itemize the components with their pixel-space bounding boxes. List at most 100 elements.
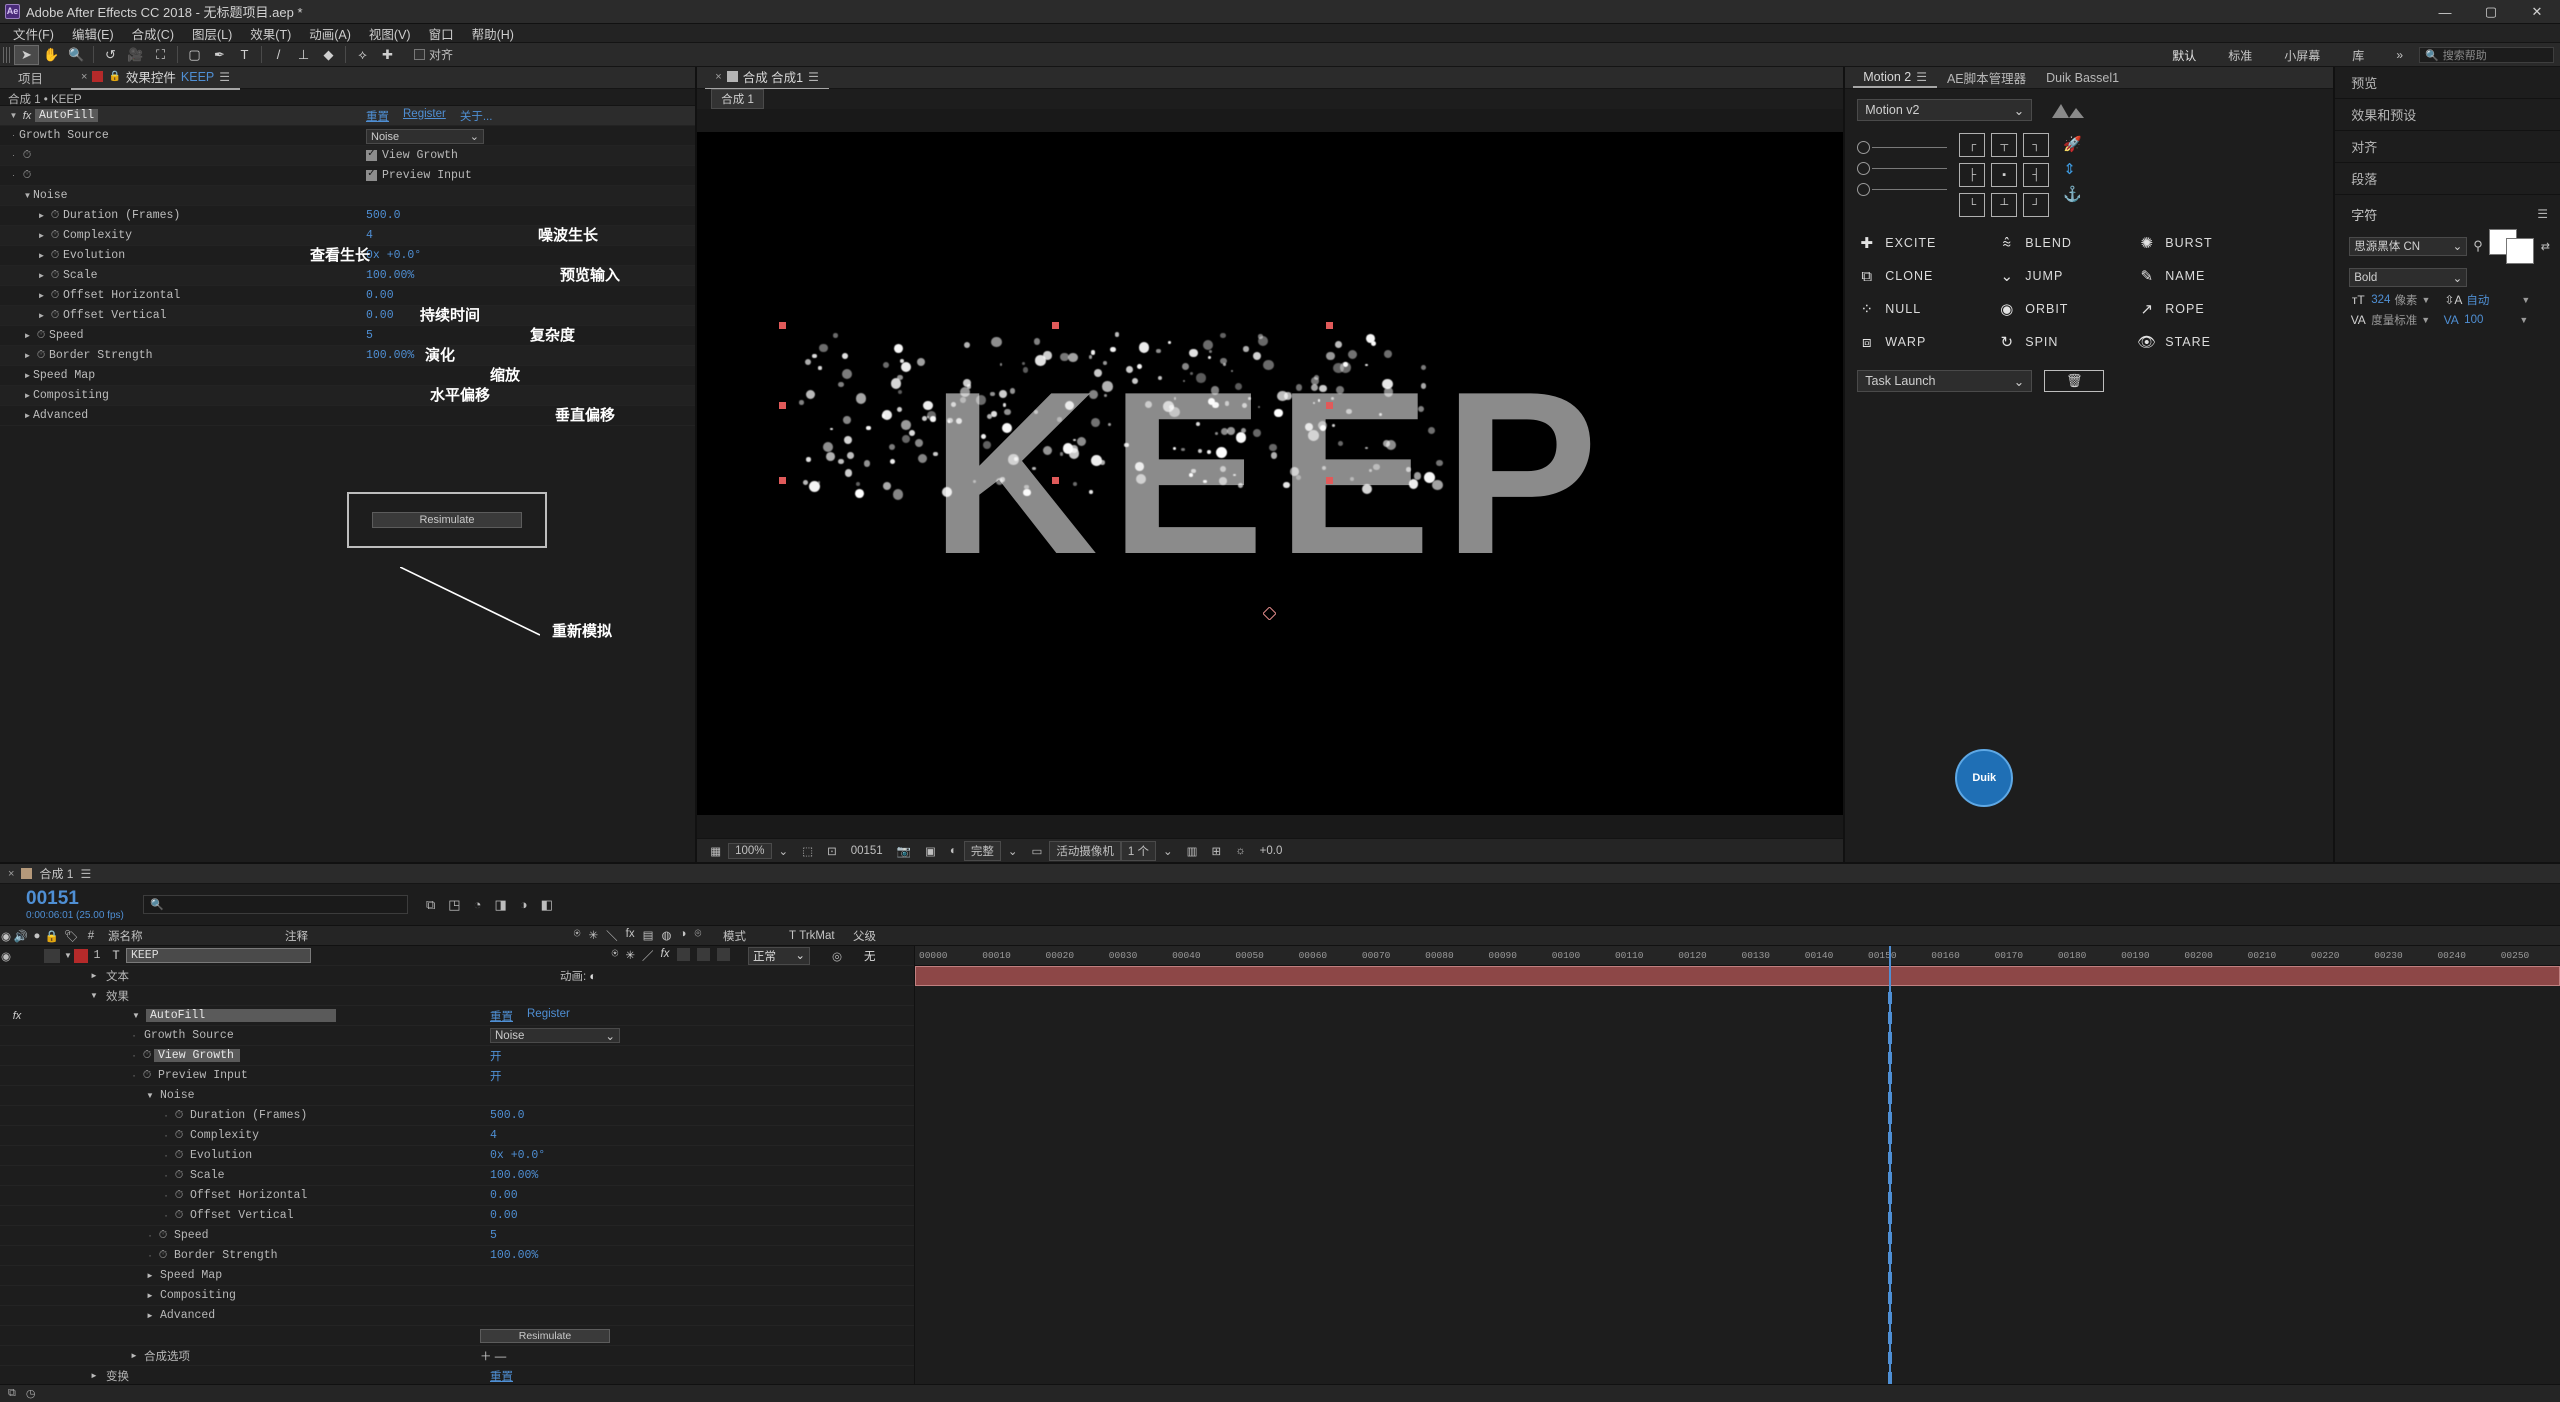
font-style-select[interactable]: Bold ⌄	[2349, 268, 2467, 287]
camera-select[interactable]: 活动摄像机	[1049, 841, 1121, 861]
reset-link[interactable]: 重置	[366, 108, 389, 124]
effect-property-value[interactable]: 0.00	[366, 309, 394, 322]
disclosure-closed-icon[interactable]: ►	[36, 211, 47, 220]
stopwatch-icon[interactable]: ⏱	[33, 329, 49, 342]
disclosure-closed-icon[interactable]: ►	[22, 351, 33, 360]
stopwatch-icon[interactable]: ⏱	[33, 349, 49, 362]
swap-colors-icon[interactable]: ⇄	[2541, 240, 2550, 253]
frame-blend-cell[interactable]	[677, 948, 690, 961]
section-preview[interactable]: 预览	[2335, 67, 2560, 99]
rotation-tool[interactable]: ↺	[98, 45, 123, 65]
timeline-prop-2[interactable]: ·⏱Preview Input开	[0, 1066, 914, 1086]
reset-link[interactable]: 重置	[490, 1008, 513, 1024]
comp-name-chip[interactable]: 合成 1	[711, 89, 764, 109]
lock-icon[interactable]: 🔒	[108, 71, 120, 82]
stopwatch-icon[interactable]: ⏱	[172, 1149, 186, 1162]
audio-icon[interactable]: 🔊	[12, 929, 30, 943]
animate-menu[interactable]: 动画: ◐	[560, 968, 596, 984]
effect-row-11[interactable]: ►⏱Border Strength100.00%	[0, 346, 695, 366]
selection-tool[interactable]: ➤	[14, 45, 39, 65]
slider-row-1[interactable]	[1857, 141, 1947, 154]
slider-row-2[interactable]	[1857, 162, 1947, 175]
workspace-small[interactable]: 小屏幕	[2268, 47, 2336, 64]
timeline-property-value[interactable]: 0.00	[490, 1189, 518, 1202]
solo-icon[interactable]: ●	[30, 930, 44, 942]
stopwatch-icon[interactable]: ⏱	[47, 289, 63, 302]
motion-tool-burst[interactable]: ✺BURST	[2137, 233, 2277, 253]
shy-icon[interactable]: ⍟	[612, 948, 619, 964]
workspace-library[interactable]: 库	[2336, 47, 2380, 64]
timeline-prop-13[interactable]: ►Compositing	[0, 1286, 914, 1306]
snapping-checkbox[interactable]	[414, 49, 425, 60]
timeline-layer-row[interactable]: ◉▼1TKEEP⍟✳／fx正常⌄◎无	[0, 946, 914, 966]
disclosure-closed-icon[interactable]: ►	[36, 311, 47, 320]
show-snapshot-icon[interactable]: ▣	[918, 844, 943, 858]
effect-property-value[interactable]: 500.0	[366, 209, 401, 222]
chevron-down-icon[interactable]: ▼	[2521, 295, 2530, 305]
channel-icon[interactable]: ◐	[943, 845, 964, 857]
puppet-pin-tool[interactable]: ✚	[375, 45, 400, 65]
selection-handle[interactable]	[1326, 402, 1333, 409]
font-family-select[interactable]: 思源黑体 CN ⌄	[2349, 237, 2467, 256]
motion-blur-cell[interactable]	[697, 948, 710, 961]
layer-parent[interactable]: 无	[864, 948, 876, 964]
timeline-prop-10[interactable]: ·⏱Speed5	[0, 1226, 914, 1246]
motion-tool-rope[interactable]: ↗ROPE	[2137, 299, 2277, 319]
collapse-icon[interactable]: ✳	[625, 948, 635, 964]
effect-row-1[interactable]: ·⏱✓View Growth	[0, 146, 695, 166]
timeline-property-label[interactable]: Advanced	[156, 1309, 215, 1322]
effect-checkbox-view-growth[interactable]: ✓View Growth	[366, 149, 458, 162]
tab-duik-bassel[interactable]: Duik Bassel1	[2036, 69, 2129, 87]
effect-property-value[interactable]: 100.00%	[366, 269, 414, 282]
shy-icon[interactable]: ⍟	[574, 928, 581, 944]
menu-item-3[interactable]: 图层(L)	[183, 23, 241, 44]
layer-label-color[interactable]	[74, 949, 88, 963]
disclosure-open-icon[interactable]: ▼	[88, 991, 100, 1000]
column-parent[interactable]: 父级	[847, 928, 876, 944]
disclosure-closed-icon[interactable]: ►	[22, 371, 33, 380]
stopwatch-icon[interactable]: ⏱	[47, 269, 63, 282]
anchor-btn-0[interactable]: ┌	[1959, 133, 1985, 157]
close-icon[interactable]: ×	[81, 71, 87, 83]
timeline-property-label[interactable]: Border Strength	[170, 1249, 278, 1262]
region-icon[interactable]: ▭	[1024, 844, 1049, 858]
register-link[interactable]: Register	[403, 108, 446, 124]
rocket-icon[interactable]: 🚀	[2063, 135, 2082, 153]
snapshot-icon[interactable]: 📷	[890, 844, 918, 858]
duik-badge[interactable]: Duik	[1955, 749, 2013, 807]
tab-ae-script-manager[interactable]: AE脚本管理器	[1937, 66, 2036, 89]
enable-frame-blending-icon[interactable]: ◨	[494, 897, 506, 913]
eyedropper-icon[interactable]: ⚲	[2473, 238, 2483, 254]
disclosure-closed-icon[interactable]: ►	[36, 291, 47, 300]
column-mode[interactable]: 模式	[715, 928, 777, 944]
exposure-icon[interactable]: ☼	[1228, 845, 1253, 857]
effect-property-value[interactable]: 100.00%	[366, 349, 414, 362]
close-icon[interactable]: ×	[715, 71, 721, 83]
timeline-property-label[interactable]: Duration (Frames)	[186, 1109, 307, 1122]
register-link[interactable]: Register	[527, 1008, 570, 1024]
layer-name[interactable]: KEEP	[126, 948, 311, 963]
hand-tool[interactable]: ✋	[39, 45, 64, 65]
eraser-tool[interactable]: ◆	[316, 45, 341, 65]
effect-header-autofill[interactable]: ▼fxAutoFill重置Register关于...	[0, 106, 695, 126]
quality-icon[interactable]: ＼	[606, 928, 618, 944]
close-icon[interactable]: ×	[8, 868, 14, 880]
panel-menu-icon[interactable]: ☰	[1916, 70, 1927, 84]
timeline-prop-1[interactable]: ·⏱View Growth开	[0, 1046, 914, 1066]
motion-tool-name[interactable]: ✎NAME	[2137, 266, 2277, 286]
stopwatch-icon[interactable]: ⏱	[156, 1249, 170, 1262]
motion-blur-icon[interactable]: ◑	[520, 897, 528, 912]
timeline-property-label[interactable]: Speed	[170, 1229, 209, 1242]
timeline-track-area[interactable]: 0000000010000200003000040000500006000070…	[915, 946, 2560, 1384]
timeline-property-label[interactable]: Evolution	[186, 1149, 252, 1162]
disclosure-closed-icon[interactable]: ►	[144, 1271, 156, 1280]
clone-stamp-tool[interactable]: ⊥	[291, 45, 316, 65]
timeline-prop-14[interactable]: ►Advanced	[0, 1306, 914, 1326]
chevron-down-icon[interactable]: ▼	[2421, 295, 2430, 305]
lock-icon[interactable]: 🔒	[44, 929, 60, 943]
effect-row-12[interactable]: ►Speed Map	[0, 366, 695, 386]
effect-name[interactable]: AutoFill	[146, 1009, 336, 1022]
motion-tool-null[interactable]: ⁘NULL	[1857, 299, 1997, 319]
delete-button[interactable]: 🗑	[2044, 370, 2104, 392]
chevron-down-icon[interactable]: ▼	[2519, 315, 2528, 325]
